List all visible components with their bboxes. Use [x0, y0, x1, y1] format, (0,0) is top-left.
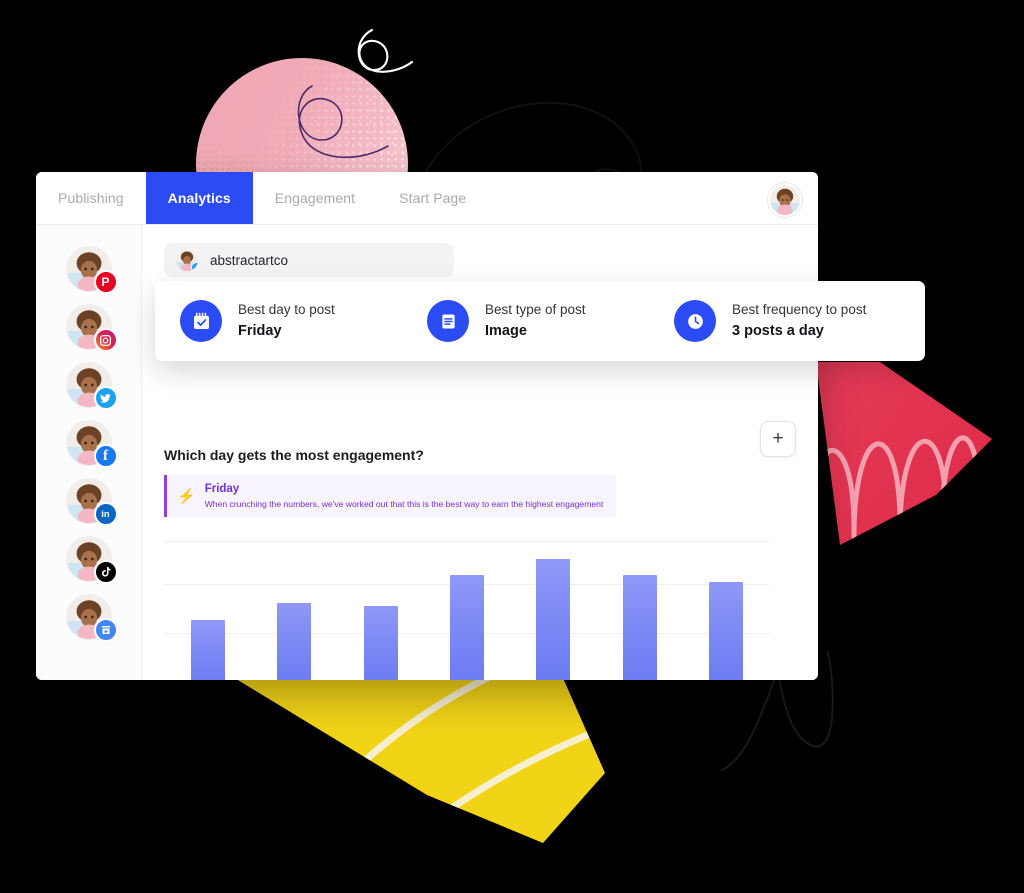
bar-friday[interactable]	[536, 559, 571, 680]
sidebar-item-instagram[interactable]	[65, 304, 118, 352]
linkedin-icon: in	[93, 502, 118, 526]
bar-thursday[interactable]	[449, 575, 484, 680]
facebook-icon: f	[93, 444, 118, 468]
insight-card-value: Image	[485, 322, 527, 339]
tab-start-page[interactable]: Start Page	[377, 172, 488, 224]
tab-engagement[interactable]: Engagement	[253, 172, 377, 224]
tab-start-page-label: Start Page	[399, 190, 467, 206]
insight-card-value: 3 posts a day	[732, 322, 824, 339]
bar-column	[429, 575, 505, 680]
insight-banner-text: Friday When crunching the numbers, we've…	[205, 482, 604, 510]
bar-column	[256, 603, 332, 680]
bar-sunday[interactable]	[708, 582, 743, 680]
sidebar-item-facebook[interactable]: f	[65, 420, 118, 468]
red-arrow-decoration	[816, 362, 992, 545]
tab-publishing[interactable]: Publishing	[36, 172, 146, 224]
accounts-sidebar: P f in	[36, 225, 142, 680]
avatar-image	[770, 185, 800, 215]
bar-column	[343, 606, 419, 680]
yellow-shape-decoration	[223, 660, 605, 843]
business-icon	[93, 618, 118, 642]
chart-bars	[164, 551, 770, 680]
tab-publishing-label: Publishing	[58, 190, 124, 206]
bar-column	[170, 620, 246, 680]
plus-icon: +	[772, 428, 784, 449]
insight-card-text: Best frequency to post 3 posts a day	[732, 300, 866, 342]
twitter-glyph	[100, 393, 111, 403]
verified-badge-icon	[191, 262, 198, 271]
bolt-icon: ⚡	[177, 488, 196, 505]
bar-wednesday[interactable]	[363, 606, 398, 680]
account-selector[interactable]: abstractartco	[164, 243, 454, 277]
insight-banner: ⚡ Friday When crunching the numbers, we'…	[164, 475, 616, 517]
insight-card-text: Best type of post Image	[485, 300, 586, 342]
clock-icon	[674, 300, 716, 342]
instagram-icon	[93, 328, 118, 352]
insight-card-label: Best day to post	[238, 302, 335, 318]
bar-column	[602, 575, 678, 680]
purple-squiggle-decoration	[297, 85, 389, 159]
bar-column	[515, 559, 591, 680]
sidebar-item-pinterest[interactable]: P	[65, 246, 118, 294]
insight-card-best-frequency[interactable]: Best frequency to post 3 posts a day	[649, 300, 896, 342]
business-glyph	[101, 626, 110, 634]
insight-card-label: Best type of post	[485, 302, 586, 318]
facebook-glyph: f	[103, 447, 108, 464]
chart-heading: Which day gets the most engagement?	[164, 447, 424, 463]
tab-analytics[interactable]: Analytics	[145, 172, 253, 224]
account-selector-name: abstractartco	[210, 252, 289, 268]
sidebar-item-linkedin[interactable]: in	[65, 478, 118, 526]
bar-monday[interactable]	[191, 620, 225, 680]
screenshot-stage: Publishing Analytics Engagement Start Pa…	[0, 0, 1024, 893]
sidebar-item-tiktok[interactable]	[65, 536, 118, 584]
sidebar-item-business[interactable]	[65, 594, 118, 642]
twitter-icon	[93, 386, 118, 410]
insight-card-best-day[interactable]: Best day to post Friday	[155, 300, 402, 342]
add-widget-button[interactable]: +	[760, 421, 796, 457]
insight-card-label: Best frequency to post	[732, 302, 867, 318]
insight-card-best-type[interactable]: Best type of post Image	[402, 300, 649, 342]
instagram-glyph	[99, 334, 112, 346]
avatar[interactable]	[768, 183, 802, 217]
pinterest-glyph: P	[101, 275, 110, 289]
insight-card-value: Friday	[238, 322, 282, 339]
tiktok-icon	[93, 560, 118, 584]
top-navigation-bar: Publishing Analytics Engagement Start Pa…	[36, 172, 818, 225]
white-squiggle-decoration	[357, 28, 414, 73]
tab-engagement-label: Engagement	[274, 190, 356, 206]
clock-glyph	[687, 313, 703, 329]
calendar-check-glyph	[193, 312, 209, 329]
app-window: Publishing Analytics Engagement Start Pa…	[36, 172, 818, 680]
account-selector-avatar	[176, 249, 198, 271]
bar-saturday[interactable]	[622, 575, 657, 680]
linkedin-glyph: in	[101, 508, 110, 520]
bar-column	[688, 582, 764, 680]
calendar-check-icon	[180, 300, 222, 342]
insight-banner-title: Friday	[204, 483, 240, 496]
document-icon	[427, 300, 469, 342]
document-glyph	[441, 314, 455, 328]
insights-summary-strip: Best day to post Friday Best type of pos…	[155, 281, 925, 361]
engagement-bar-chart: M T W T F S S	[164, 541, 770, 680]
pinterest-icon: P	[93, 270, 118, 294]
sidebar-item-twitter[interactable]	[65, 362, 118, 410]
insight-banner-subtitle: When crunching the numbers, we've worked…	[204, 498, 604, 509]
insight-card-text: Best day to post Friday	[238, 300, 335, 342]
tiktok-glyph	[101, 567, 110, 577]
tab-analytics-label: Analytics	[167, 190, 231, 206]
bar-tuesday[interactable]	[277, 603, 312, 680]
